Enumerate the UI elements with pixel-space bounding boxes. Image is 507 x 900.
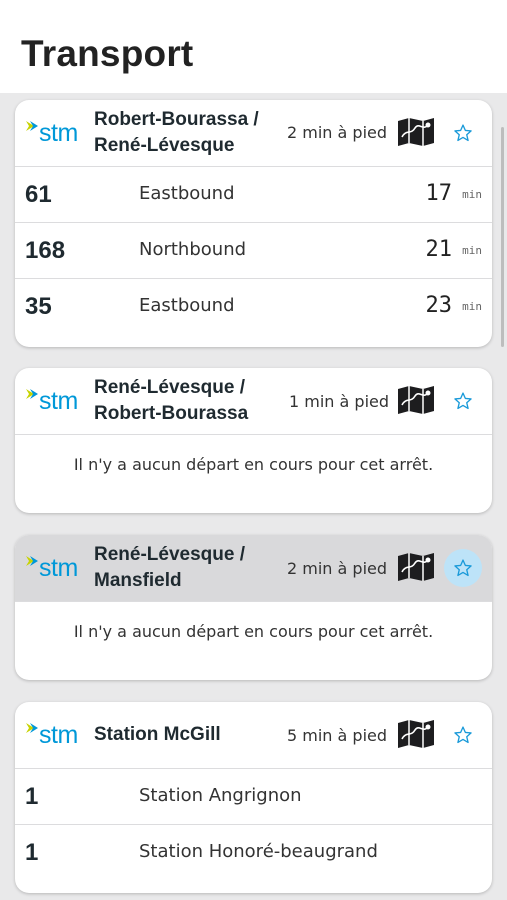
stop-card-header[interactable]: stm René-Lévesque / Robert-Bourassa 1 mi…: [15, 368, 492, 435]
stm-logo: stm: [23, 552, 93, 586]
stop-name: René-Lévesque / Mansfield: [94, 544, 245, 591]
stop-name: Robert-Bourassa / René-Lévesque: [94, 109, 259, 156]
departure-row[interactable]: 35 Eastbound 23 min: [15, 279, 492, 334]
stop-card[interactable]: stm Robert-Bourassa / René-Lévesque 2 mi…: [15, 100, 492, 347]
no-departures-message: Il n'y a aucun départ en cours pour cet …: [73, 455, 434, 474]
star-icon: [454, 124, 472, 142]
minutes-until: 21: [425, 237, 453, 262]
favorite-button[interactable]: [444, 114, 482, 152]
walk-time: 1 min à pied: [289, 392, 390, 411]
favorite-button[interactable]: [444, 716, 482, 754]
stops-list[interactable]: stm Robert-Bourassa / René-Lévesque 2 mi…: [0, 93, 507, 900]
stm-logo: stm: [23, 385, 93, 419]
map-icon[interactable]: [397, 117, 435, 147]
stop-card-header[interactable]: stm René-Lévesque / Mansfield 2 min à pi…: [15, 535, 492, 602]
route-number: 1: [25, 839, 39, 866]
star-icon: [454, 392, 472, 410]
minutes-until: 17: [425, 181, 453, 206]
map-icon[interactable]: [397, 552, 435, 582]
star-icon: [454, 559, 472, 577]
minutes-unit: min: [462, 300, 482, 313]
route-direction: Northbound: [139, 239, 247, 260]
minutes-unit: min: [462, 188, 482, 201]
page-title: Transport: [21, 33, 194, 74]
map-icon[interactable]: [397, 385, 435, 415]
stop-card[interactable]: stm René-Lévesque / Robert-Bourassa 1 mi…: [15, 368, 492, 513]
route-direction: Station Honoré-beaugrand: [139, 841, 378, 862]
departure-row[interactable]: 61 Eastbound 17 min: [15, 167, 492, 223]
minutes-until: 23: [425, 293, 453, 318]
route-direction: Eastbound: [139, 183, 235, 204]
star-icon: [454, 726, 472, 744]
no-departures-message: Il n'y a aucun départ en cours pour cet …: [73, 622, 434, 641]
scrollbar[interactable]: [501, 127, 504, 347]
stop-name: René-Lévesque / Robert-Bourassa: [94, 377, 249, 424]
route-direction: Eastbound: [139, 295, 235, 316]
walk-time: 2 min à pied: [287, 559, 388, 578]
stop-card[interactable]: stm René-Lévesque / Mansfield 2 min à pi…: [15, 535, 492, 680]
favorite-button[interactable]: [444, 382, 482, 420]
minutes-unit: min: [462, 244, 482, 257]
stm-logo: stm: [23, 117, 93, 151]
stop-card-header[interactable]: stm Station McGill 5 min à pied: [15, 702, 492, 769]
route-number: 168: [25, 237, 66, 264]
route-direction: Station Angrignon: [139, 785, 302, 806]
stop-name: Station McGill: [94, 724, 221, 745]
departure-row[interactable]: 1 Station Honoré-beaugrand: [15, 825, 492, 880]
walk-time: 5 min à pied: [287, 726, 388, 745]
app-header: Transport: [0, 0, 507, 93]
walk-time: 2 min à pied: [287, 123, 388, 142]
stop-card-header[interactable]: stm Robert-Bourassa / René-Lévesque 2 mi…: [15, 100, 492, 167]
stop-card[interactable]: stm Station McGill 5 min à pied 1 Statio…: [15, 702, 492, 893]
route-number: 61: [25, 181, 52, 208]
stm-logo: stm: [23, 719, 93, 753]
route-number: 1: [25, 783, 39, 810]
favorite-button[interactable]: [444, 549, 482, 587]
departure-row[interactable]: 1 Station Angrignon: [15, 769, 492, 825]
map-icon[interactable]: [397, 719, 435, 749]
departure-row[interactable]: 168 Northbound 21 min: [15, 223, 492, 279]
route-number: 35: [25, 293, 52, 320]
